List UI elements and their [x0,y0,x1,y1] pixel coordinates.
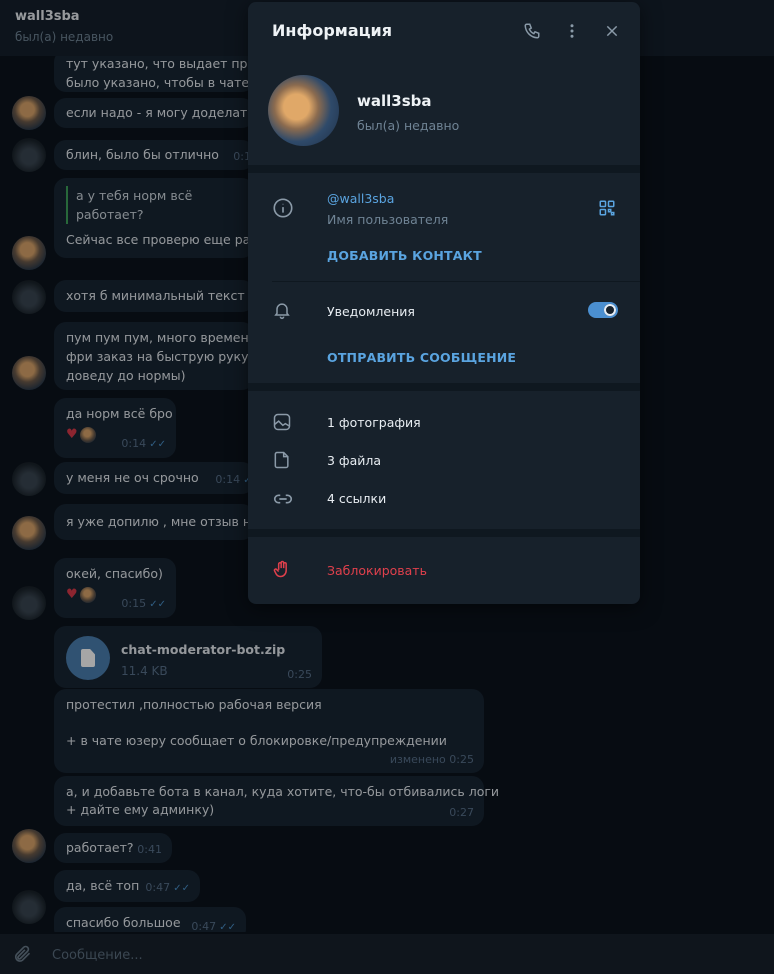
message-bubble[interactable]: протестил ,полностью рабочая версия + в … [54,689,484,773]
message-bubble[interactable]: хотя б минимальный текст вы [54,280,266,312]
link-icon [272,488,294,510]
more-icon[interactable] [561,20,583,42]
message-time: 0:15 [121,594,166,614]
message-text: Сейчас все проверю еще раз, [66,232,261,247]
send-message-button[interactable]: ОТПРАВИТЬ СООБЩЕНИЕ [327,350,516,365]
message-text: пум пум пум, много времени фри заказ на … [66,330,269,383]
message-text: хотя б минимальный текст вы [66,288,266,303]
avatar[interactable] [12,280,46,314]
avatar[interactable] [12,236,46,270]
notifications-toggle[interactable] [588,302,618,318]
profile-status: был(а) недавно [357,118,460,133]
avatar[interactable] [12,516,46,550]
qr-code-icon[interactable] [598,199,620,221]
username-link[interactable]: @wall3sba [327,191,394,206]
message-bubble[interactable]: пум пум пум, много времени фри заказ на … [54,322,269,390]
message-time: 0:27 [449,806,474,819]
divider [272,281,640,282]
message-bubble[interactable]: да норм всё бро ♥ 0:14 [54,398,176,458]
file-icon [272,450,294,472]
info-panel: Информация wall3sba был(а) недавно @wall… [248,2,640,604]
message-bubble[interactable]: окей, спасибо) ♥ 0:15 [54,558,176,618]
message-bubble[interactable]: работает? 0:41 [54,833,172,863]
links-item[interactable]: 4 ссылки [327,491,386,506]
reply-quote[interactable]: а у тебя норм всё работает? [66,186,242,224]
message-text: да норм всё бро [66,406,173,421]
message-bubble[interactable]: блин, было бы отлично 0:13 [54,140,258,170]
panel-title: Информация [272,21,392,40]
photo-icon [272,412,294,434]
message-text: окей, спасибо) [66,566,163,581]
message-text: я уже допилю , мне отзыв над [66,514,268,529]
message-input[interactable] [50,943,734,967]
profile-name: wall3sba [357,92,432,110]
message-bubble[interactable]: у меня не оч срочно 0:14 [54,462,254,494]
notifications-label: Уведомления [327,304,415,319]
block-hand-icon [272,559,294,581]
section-divider [248,529,640,537]
phone-icon[interactable] [521,20,543,42]
chat-title[interactable]: wall3sba [15,9,80,24]
message-time: изменено 0:25 [389,753,474,766]
file-size: 11.4 KB [121,664,168,678]
file-message[interactable]: chat-moderator-bot.zip 11.4 KB 0:25 [54,626,322,688]
add-contact-button[interactable]: ДОБАВИТЬ КОНТАКТ [327,248,482,263]
photos-item[interactable]: 1 фотография [327,415,421,430]
section-divider [248,383,640,391]
message-composer [0,934,774,974]
close-icon[interactable] [601,20,623,42]
reaction-avatar [79,586,96,603]
heart-icon: ♥ [66,587,78,602]
avatar[interactable] [12,96,46,130]
username-label: Имя пользователя [327,212,449,227]
avatar[interactable] [12,829,46,863]
message-time: 0:25 [287,668,312,681]
message-text: протестил ,полностью рабочая версия + в … [66,697,447,748]
avatar[interactable] [12,138,46,172]
message-bubble[interactable]: спасибо большое 0:47 [54,907,246,932]
message-bubble[interactable]: тут указано, что выдает преду было указа… [54,56,271,92]
message-text: тут указано, что выдает преду было указа… [66,56,271,90]
message-time: 0:47 [191,917,236,932]
message-time: 0:41 [137,843,162,856]
message-bubble[interactable]: да, всё топ 0:47 [54,870,200,902]
message-time: 0:47 [145,878,190,898]
block-button[interactable]: Заблокировать [327,563,427,578]
message-text: блин, было бы отлично [66,147,219,162]
bell-icon [272,300,294,322]
file-icon[interactable] [66,636,110,680]
reaction-avatar [79,426,96,443]
chat-status: был(а) недавно [15,30,114,44]
message-bubble[interactable]: а, и добавьте бота в канал, куда хотите,… [54,776,500,826]
info-icon [272,197,294,219]
file-name[interactable]: chat-moderator-bot.zip [121,640,285,659]
heart-icon: ♥ [66,427,78,442]
message-time: 0:14 [121,434,166,454]
message-text: если надо - я могу доделать [66,105,255,120]
avatar[interactable] [12,586,46,620]
message-bubble[interactable]: а у тебя норм всё работает? Сейчас все п… [54,178,261,258]
avatar[interactable] [12,356,46,390]
message-text: а, и добавьте бота в канал, куда хотите,… [66,784,500,817]
avatar[interactable] [12,890,46,924]
section-divider [248,165,640,173]
message-bubble[interactable]: я уже допилю , мне отзыв над [54,504,268,540]
files-item[interactable]: 3 файла [327,453,381,468]
attach-icon[interactable] [12,944,32,964]
message-bubble[interactable]: если надо - я могу доделать [54,98,255,128]
profile-avatar[interactable] [268,75,339,146]
avatar[interactable] [12,462,46,496]
